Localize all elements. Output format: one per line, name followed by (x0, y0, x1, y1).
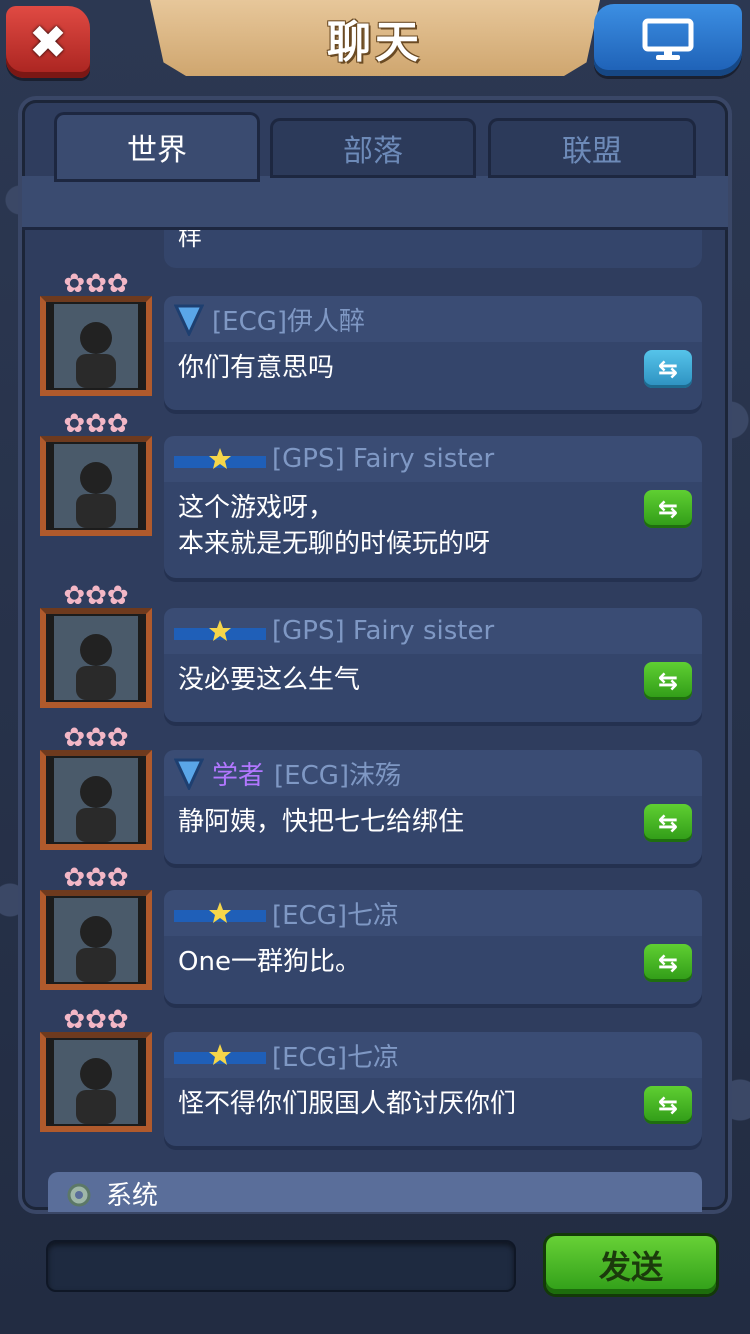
message-header: [ECG]七凉 (164, 1032, 702, 1078)
message-text: 你们有意思吗 (178, 353, 335, 383)
close-x-icon: ✖ (28, 15, 68, 69)
message-bubble: 你们有意思吗 ⇆ (164, 342, 702, 410)
reply-arrows-button[interactable]: ⇆ (644, 1086, 692, 1124)
reply-arrows-button[interactable]: ⇆ (644, 490, 692, 528)
tab-tribe[interactable]: 部落 (270, 118, 476, 178)
rank-shield-icon (174, 758, 204, 790)
player-avatar[interactable]: ✿✿✿ (40, 406, 152, 538)
message-header: [ECG]伊人醉 (164, 296, 702, 342)
avatar-photo (54, 1040, 138, 1124)
message-bubble: One一群狗比。 ⇆ (164, 936, 702, 1004)
title-banner: 聊天 (150, 0, 600, 76)
reply-arrows-button[interactable]: ⇆ (644, 662, 692, 700)
send-button[interactable]: 发送 (546, 1236, 716, 1294)
player-name[interactable]: [GPS] Fairy sister (272, 444, 494, 474)
avatar-photo (54, 304, 138, 388)
message-bubble: 没必要这么生气 ⇆ (164, 654, 702, 722)
message-bubble: 静阿姨，快把七七给绑住 ⇆ (164, 796, 702, 864)
avatar-photo (54, 444, 138, 528)
tab-bar (22, 176, 728, 230)
avatar-photo (54, 758, 138, 842)
partial-message-bubble: 样 (164, 230, 702, 268)
monitor-icon (642, 18, 694, 60)
player-avatar[interactable]: ✿✿✿ (40, 860, 152, 992)
gear-icon (67, 1183, 91, 1207)
rank-ribbon-star-icon (174, 1044, 266, 1065)
message-header: [GPS] Fairy sister (164, 608, 702, 654)
message-text: 本来就是无聊的时候玩的呀 (178, 529, 491, 559)
tab-world[interactable]: 世界 (54, 112, 260, 182)
player-avatar[interactable]: ✿✿✿ (40, 1002, 152, 1134)
message-header: [ECG]七凉 (164, 890, 702, 936)
message-bubble: 这个游戏呀， 本来就是无聊的时候玩的呀 ⇆ (164, 482, 702, 578)
message-header: 学者 [ECG]沫殇 (164, 750, 702, 796)
player-avatar[interactable]: ✿✿✿ (40, 266, 152, 398)
message-text: One一群狗比。 (178, 947, 361, 977)
message-bubble: 怪不得你们服国人都讨厌你们 ⇆ (164, 1078, 702, 1146)
message-text: 没必要这么生气 (178, 665, 361, 695)
message-header: [GPS] Fairy sister (164, 436, 702, 482)
message-text: 怪不得你们服国人都讨厌你们 (178, 1089, 517, 1119)
message-text: 静阿姨，快把七七给绑住 (178, 807, 465, 837)
system-label: 系统 (106, 1181, 159, 1211)
player-name[interactable]: [ECG]沫殇 (274, 755, 401, 792)
player-name[interactable]: [ECG]七凉 (272, 895, 399, 932)
avatar-photo (54, 898, 138, 982)
player-title: 学者 (212, 760, 265, 791)
player-avatar[interactable]: ✿✿✿ (40, 578, 152, 710)
reply-arrows-button[interactable]: ⇆ (644, 350, 692, 388)
tab-alliance[interactable]: 联盟 (488, 118, 696, 178)
chat-input[interactable] (46, 1240, 516, 1292)
reply-arrows-button[interactable]: ⇆ (644, 944, 692, 982)
rank-ribbon-star-icon (174, 620, 266, 641)
screen-button[interactable] (594, 4, 742, 76)
rank-ribbon-star-icon (174, 448, 266, 469)
player-name[interactable]: [ECG]七凉 (272, 1037, 399, 1074)
player-name[interactable]: [GPS] Fairy sister (272, 616, 494, 646)
system-channel-bar[interactable]: 系统 (48, 1172, 702, 1212)
page-title: 聊天 (327, 17, 423, 68)
player-name[interactable]: [ECG]伊人醉 (212, 301, 365, 338)
close-button[interactable]: ✖ (6, 6, 90, 78)
message-list[interactable]: 样 ✿✿✿ [ECG]伊人醉你们有意思吗 ⇆ ✿✿✿ [GPS] Fairy siste… (36, 230, 716, 1208)
rank-ribbon-star-icon (174, 902, 266, 923)
message-text: 这个游戏呀， (178, 493, 335, 523)
avatar-photo (54, 616, 138, 700)
rank-shield-icon (174, 304, 204, 336)
player-avatar[interactable]: ✿✿✿ (40, 720, 152, 852)
reply-arrows-button[interactable]: ⇆ (644, 804, 692, 842)
